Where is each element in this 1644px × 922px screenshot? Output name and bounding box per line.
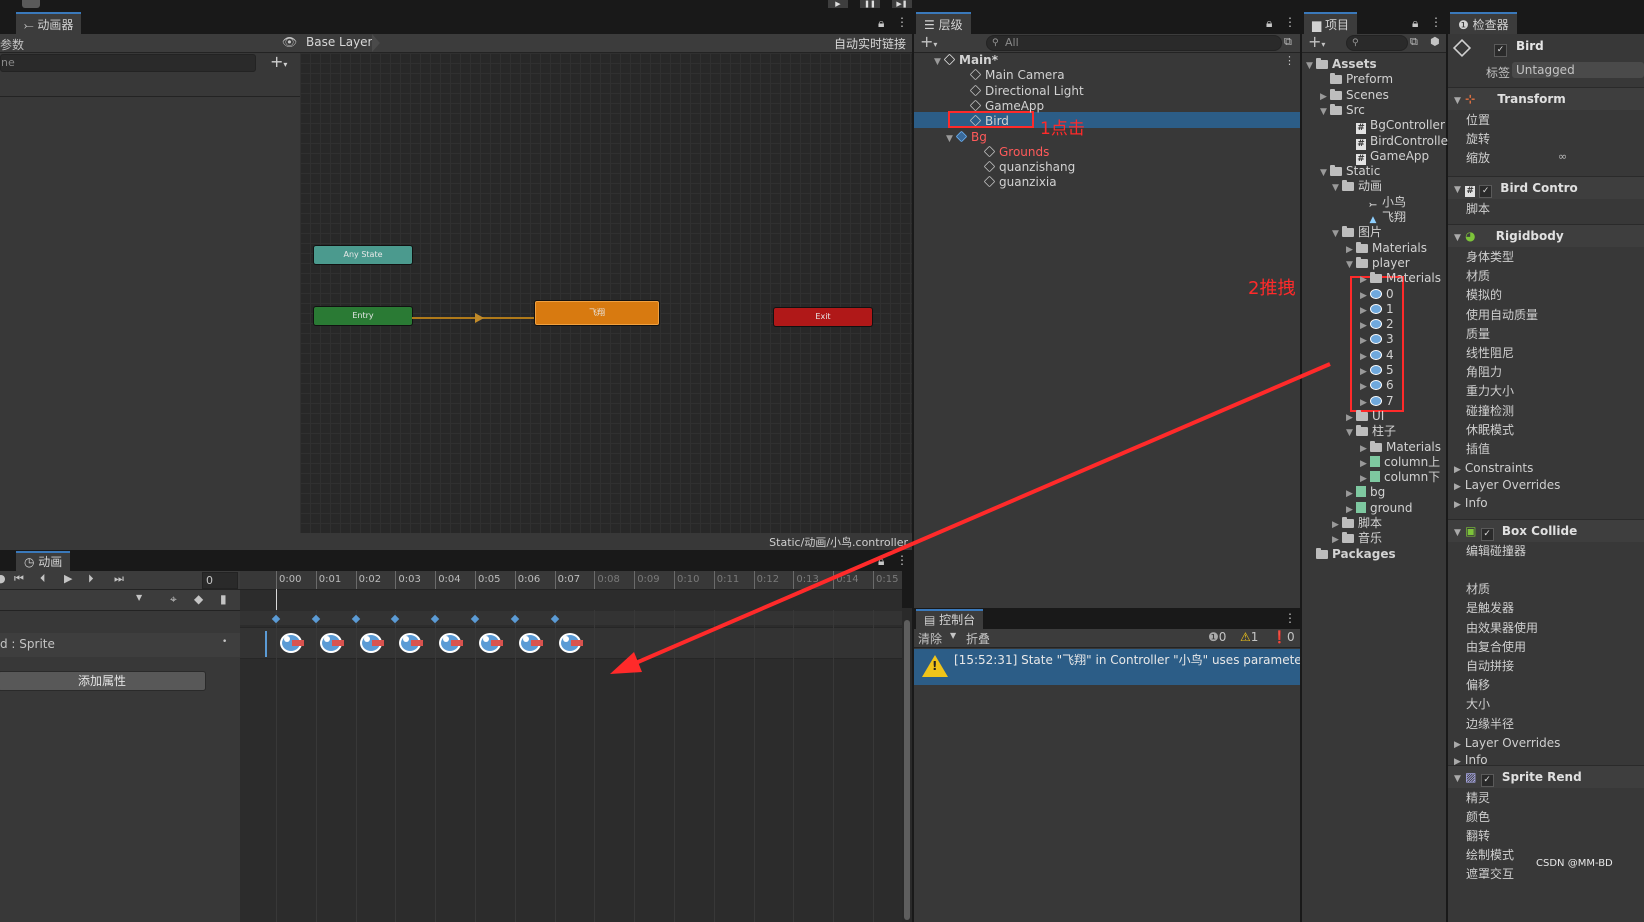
drag-arrow-line: [623, 362, 1331, 670]
drag-arrow-annotation: [610, 362, 1331, 674]
drag-arrow-head-icon: [610, 652, 642, 674]
